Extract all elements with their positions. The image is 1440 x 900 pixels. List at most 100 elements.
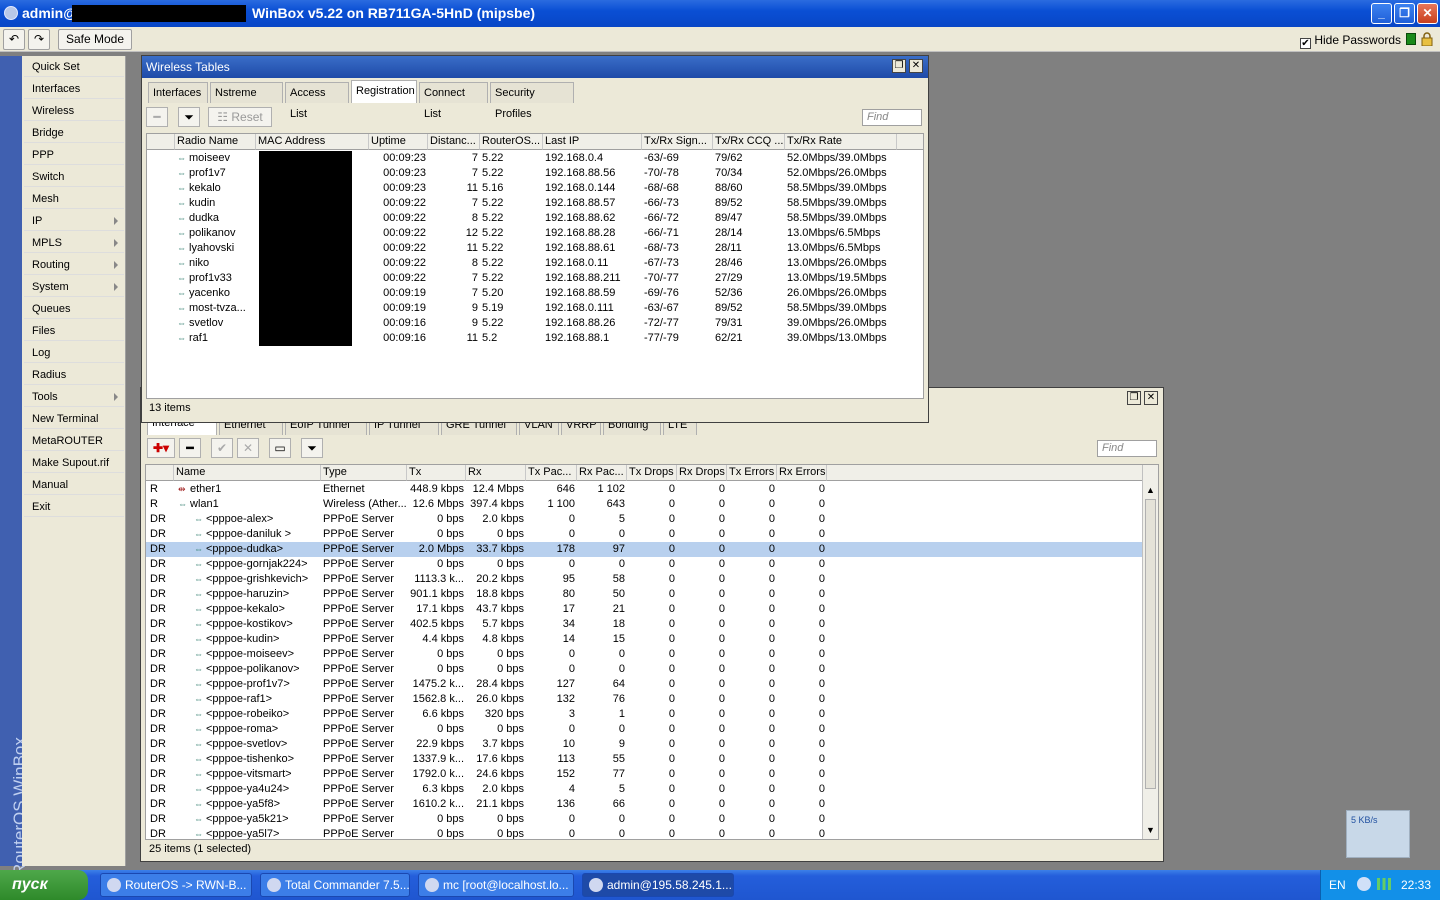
- scroll-down-icon[interactable]: ▼: [1146, 825, 1155, 835]
- table-row[interactable]: DR ⇔ <pppoe-dudka> PPPoE Server 2.0 Mbps 33.7…: [146, 542, 1142, 557]
- taskbar-item[interactable]: mc [root@localhost.lo...: [418, 873, 574, 897]
- menu-item-quick-set[interactable]: Quick Set: [24, 57, 124, 77]
- scroll-thumb[interactable]: [1145, 499, 1156, 789]
- signal-icon[interactable]: [1377, 878, 1391, 890]
- column-header[interactable]: MAC Address: [256, 134, 369, 150]
- column-header[interactable]: Rx Errors: [777, 465, 827, 481]
- redo-button[interactable]: ↷: [28, 29, 50, 50]
- table-row[interactable]: DR ⇔ <pppoe-haruzin> PPPoE Server 901.1 kbps…: [146, 587, 1142, 602]
- table-row[interactable]: DR ⇔ <pppoe-vitsmart> PPPoE Server 1792.0 k.…: [146, 767, 1142, 782]
- comment-icon[interactable]: ▭: [269, 438, 291, 458]
- table-row[interactable]: DR ⇔ <pppoe-ya5f8> PPPoE Server 1610.2 k... 2…: [146, 797, 1142, 812]
- table-row[interactable]: DR ⇔ <pppoe-kekalo> PPPoE Server 17.1 kbps 43…: [146, 602, 1142, 617]
- menu-item-ppp[interactable]: PPP: [24, 145, 124, 165]
- enable-icon[interactable]: ✔: [211, 438, 233, 458]
- column-header[interactable]: Tx Drops: [627, 465, 677, 481]
- add-icon[interactable]: ✚▾: [147, 438, 175, 458]
- menu-item-mesh[interactable]: Mesh: [24, 189, 124, 209]
- taskbar-item[interactable]: admin@195.58.245.1....: [582, 873, 734, 897]
- menu-item-queues[interactable]: Queues: [24, 299, 124, 319]
- table-row[interactable]: DR ⇔ <pppoe-ya5l7> PPPoE Server 0 bps 0 bps 0 0…: [146, 827, 1142, 839]
- tray-arrow-icon[interactable]: [1357, 877, 1371, 891]
- column-header[interactable]: Tx/Rx Rate: [785, 134, 897, 150]
- hide-passwords-checkbox[interactable]: ✔: [1300, 38, 1311, 49]
- safe-mode-button[interactable]: Safe Mode: [58, 29, 132, 50]
- column-header[interactable]: Rx Pac...: [577, 465, 627, 481]
- table-row[interactable]: DR ⇔ <pppoe-moiseev> PPPoE Server 0 bps 0 bps…: [146, 647, 1142, 662]
- menu-item-wireless[interactable]: Wireless: [24, 101, 124, 121]
- menu-item-switch[interactable]: Switch: [24, 167, 124, 187]
- menu-item-ip[interactable]: IP: [24, 211, 124, 231]
- close-button[interactable]: ✕: [1417, 3, 1438, 24]
- column-header[interactable]: Rx: [466, 465, 526, 481]
- table-row[interactable]: DR ⇔ <pppoe-tishenko> PPPoE Server 1337.9 k.…: [146, 752, 1142, 767]
- table-row[interactable]: DR ⇔ <pppoe-roma> PPPoE Server 0 bps 0 bps 0 0 0…: [146, 722, 1142, 737]
- minimize-button[interactable]: _: [1371, 3, 1392, 24]
- tab-nstreme-dual[interactable]: Nstreme Dual: [210, 82, 283, 120]
- wireless-window-close[interactable]: ✕: [909, 59, 923, 73]
- tab-security-profiles[interactable]: Security Profiles: [490, 82, 574, 120]
- interface-window-maximize[interactable]: ❐: [1127, 391, 1141, 405]
- undo-button[interactable]: ↶: [3, 29, 25, 50]
- hide-passwords-toggle[interactable]: ✔ Hide Passwords: [1300, 33, 1401, 49]
- filter-icon[interactable]: ⏷: [178, 107, 200, 127]
- remove-icon[interactable]: ━: [179, 438, 201, 458]
- column-header[interactable]: Tx Errors: [727, 465, 777, 481]
- column-header[interactable]: Last IP: [543, 134, 642, 150]
- column-header[interactable]: RouterOS...: [480, 134, 543, 150]
- remove-icon[interactable]: ━: [146, 107, 168, 127]
- column-header[interactable]: Type: [321, 465, 407, 481]
- table-row[interactable]: DR ⇔ <pppoe-robeiko> PPPoE Server 6.6 kbps 32…: [146, 707, 1142, 722]
- language-indicator[interactable]: EN: [1329, 878, 1346, 892]
- menu-item-tools[interactable]: Tools: [24, 387, 124, 407]
- menu-item-new-terminal[interactable]: New Terminal: [24, 409, 124, 429]
- wireless-find-input[interactable]: Find: [862, 109, 922, 126]
- table-row[interactable]: DR ⇔ <pppoe-polikanov> PPPoE Server 0 bps 0 b…: [146, 662, 1142, 677]
- wireless-window-maximize[interactable]: ❐: [892, 59, 906, 73]
- table-row[interactable]: DR ⇔ <pppoe-ya5k21> PPPoE Server 0 bps 0 bps 0…: [146, 812, 1142, 827]
- table-row[interactable]: DR ⇔ <pppoe-alex> PPPoE Server 0 bps 2.0 kbps…: [146, 512, 1142, 527]
- table-row[interactable]: DR ⇔ <pppoe-daniluk > PPPoE Server 0 bps 0 bp…: [146, 527, 1142, 542]
- menu-item-log[interactable]: Log: [24, 343, 124, 363]
- vertical-scrollbar[interactable]: ▲ ▼: [1142, 465, 1158, 839]
- column-header[interactable]: Uptime: [369, 134, 428, 150]
- disable-icon[interactable]: ✕: [237, 438, 259, 458]
- taskbar-item[interactable]: RouterOS -> RWN-B...: [100, 873, 252, 897]
- restore-button[interactable]: ❐: [1394, 3, 1415, 24]
- table-row[interactable]: DR ⇔ <pppoe-grishkevich> PPPoE Server 1113.3…: [146, 572, 1142, 587]
- reset-button[interactable]: ☷ Reset: [208, 107, 272, 127]
- column-header[interactable]: Radio Name: [175, 134, 256, 150]
- table-row[interactable]: DR ⇔ <pppoe-kostikov> PPPoE Server 402.5 kbp…: [146, 617, 1142, 632]
- table-row[interactable]: DR ⇔ <pppoe-ya4u24> PPPoE Server 6.3 kbps 2.0…: [146, 782, 1142, 797]
- table-row[interactable]: DR ⇔ <pppoe-raf1> PPPoE Server 1562.8 k... 26…: [146, 692, 1142, 707]
- interface-find-input[interactable]: Find: [1097, 440, 1157, 457]
- column-header[interactable]: Name: [174, 465, 321, 481]
- menu-item-system[interactable]: System: [24, 277, 124, 297]
- column-header[interactable]: Distanc...: [428, 134, 480, 150]
- column-header[interactable]: Tx: [407, 465, 466, 481]
- menu-item-metarouter[interactable]: MetaROUTER: [24, 431, 124, 451]
- menu-item-interfaces[interactable]: Interfaces: [24, 79, 124, 99]
- table-row[interactable]: R ⇹ ether1 Ethernet 448.9 kbps 12.4 Mbps 646 1 …: [146, 482, 1142, 497]
- table-row[interactable]: DR ⇔ <pppoe-prof1v7> PPPoE Server 1475.2 k..…: [146, 677, 1142, 692]
- menu-item-make-supout-rif[interactable]: Make Supout.rif: [24, 453, 124, 473]
- table-row[interactable]: DR ⇔ <pppoe-gornjak224> PPPoE Server 0 bps 0 …: [146, 557, 1142, 572]
- start-button[interactable]: пуск: [0, 870, 88, 900]
- wireless-window-titlebar[interactable]: Wireless Tables: [142, 56, 928, 78]
- menu-item-mpls[interactable]: MPLS: [24, 233, 124, 253]
- menu-item-manual[interactable]: Manual: [24, 475, 124, 495]
- tab-registration[interactable]: Registration: [351, 80, 417, 103]
- menu-item-files[interactable]: Files: [24, 321, 124, 341]
- tab-connect-list[interactable]: Connect List: [419, 82, 488, 120]
- taskbar-item[interactable]: Total Commander 7.5...: [260, 873, 410, 897]
- tab-access-list[interactable]: Access List: [285, 82, 349, 120]
- column-header[interactable]: Tx/Rx CCQ ...: [713, 134, 785, 150]
- column-header[interactable]: Tx/Rx Sign...: [642, 134, 713, 150]
- menu-item-exit[interactable]: Exit: [24, 497, 124, 517]
- column-header[interactable]: Rx Drops: [677, 465, 727, 481]
- scroll-up-icon[interactable]: ▲: [1146, 485, 1155, 495]
- menu-item-radius[interactable]: Radius: [24, 365, 124, 385]
- column-header[interactable]: Tx Pac...: [526, 465, 577, 481]
- menu-item-routing[interactable]: Routing: [24, 255, 124, 275]
- tab-interfaces[interactable]: Interfaces: [148, 82, 208, 103]
